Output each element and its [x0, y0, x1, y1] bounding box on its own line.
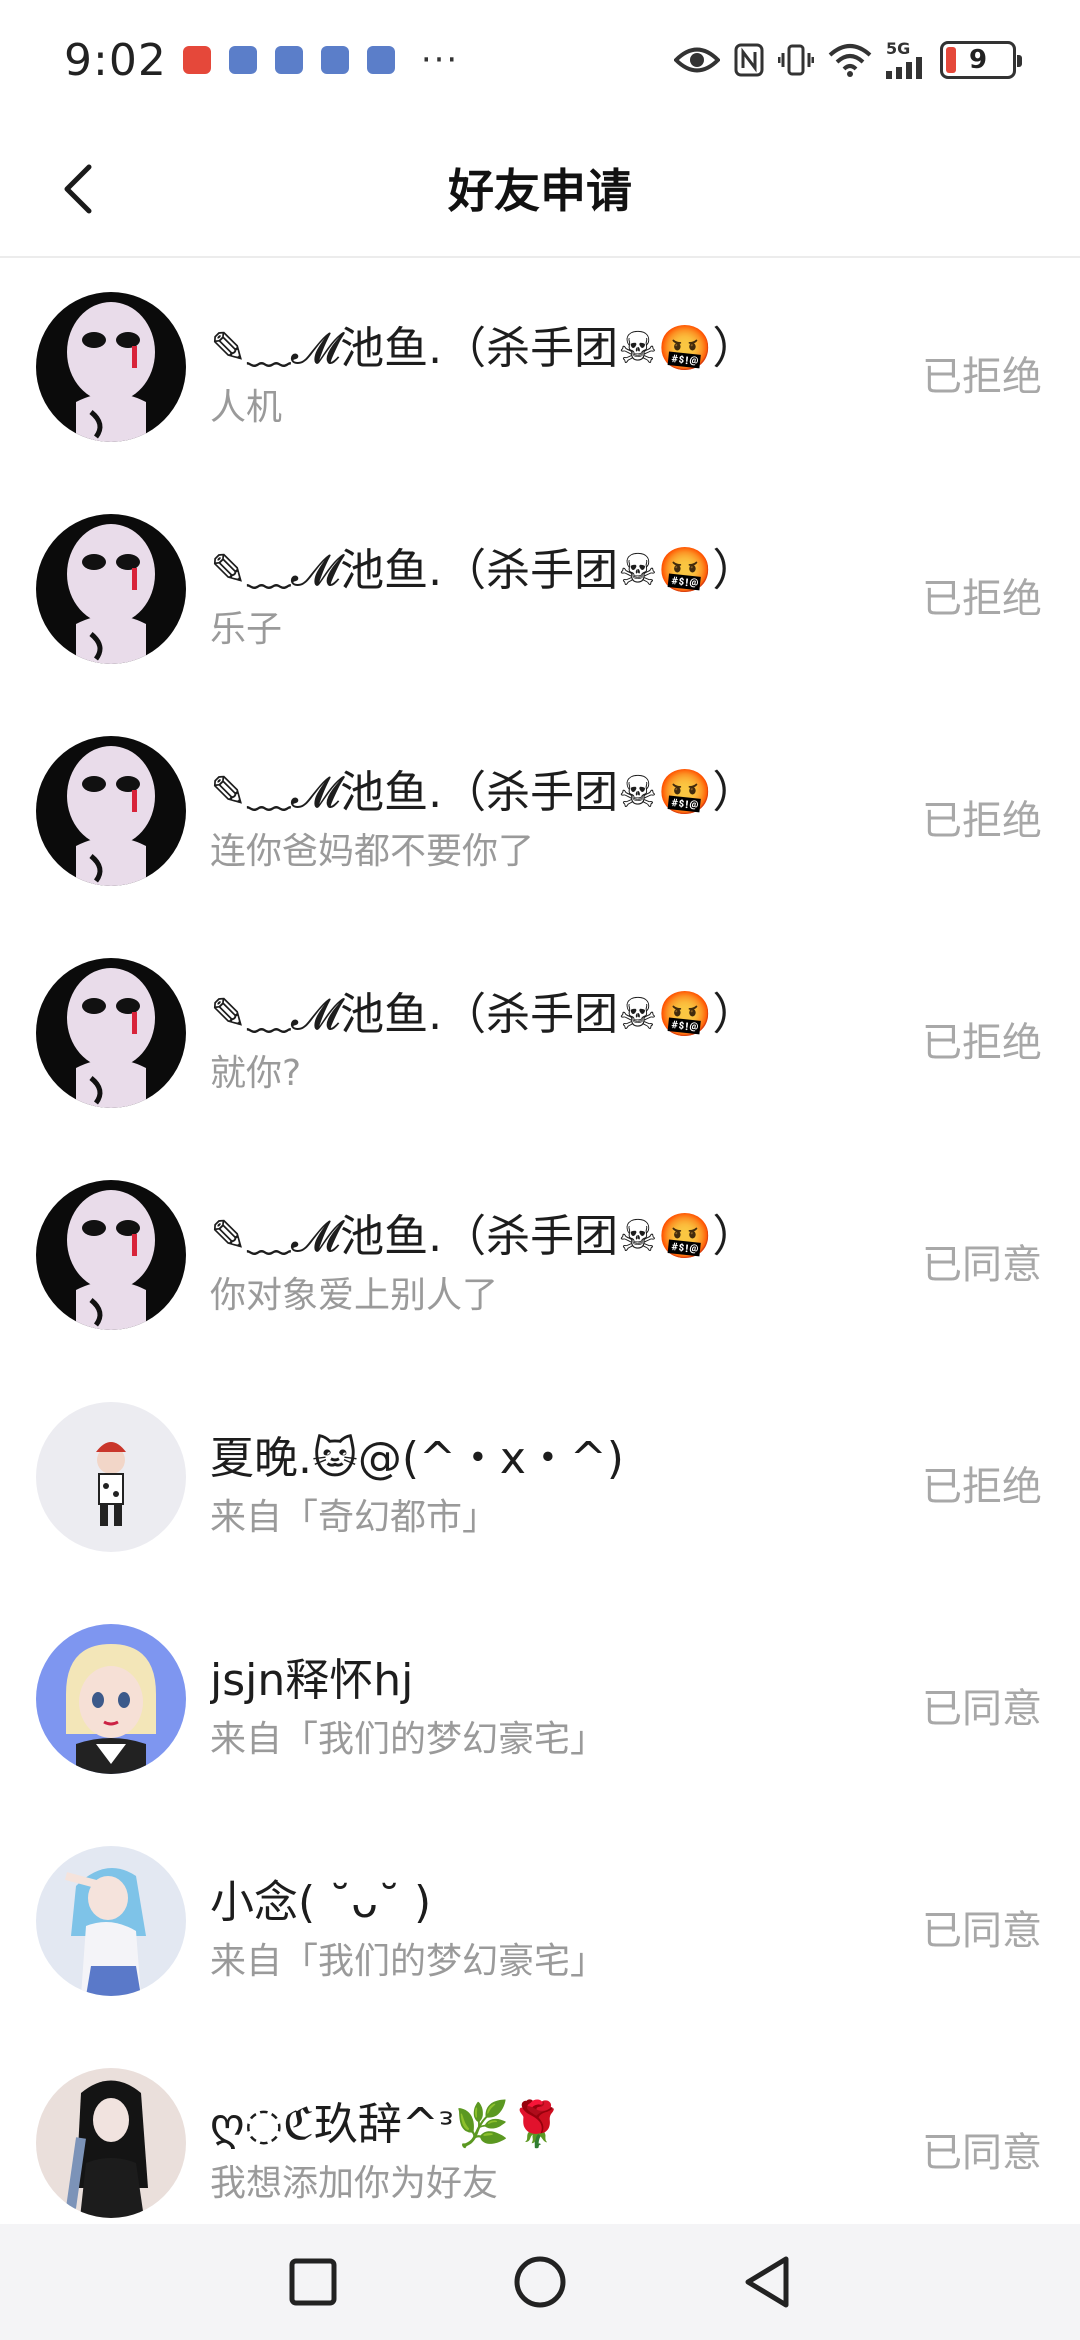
blonde-anime-avatar-icon	[36, 1624, 186, 1774]
request-message: 来自「我们的梦幻豪宅」	[210, 1941, 607, 1982]
friend-request-item[interactable]: ✎﹏𝓜池鱼.（杀手团☠🤬） 人机 已拒绝	[0, 260, 1080, 482]
blue-hair-anime-avatar-icon	[36, 1846, 186, 1996]
header: 好友申请	[0, 120, 1080, 258]
requester-name: ✎﹏𝓜池鱼.（杀手团☠🤬）	[210, 323, 757, 374]
request-message: 来自「奇幻都市」	[210, 1497, 499, 1538]
app-notification-icon	[182, 46, 211, 74]
calendar-icon	[228, 46, 257, 74]
request-status: 已拒绝	[922, 798, 1042, 844]
avatar[interactable]	[36, 292, 186, 442]
dark-hair-girl-avatar-icon	[36, 2068, 186, 2218]
request-status: 已同意	[922, 1242, 1042, 1288]
requester-name: 夏晚.🐱@(^・x・^)	[210, 1433, 624, 1484]
system-back-button[interactable]	[727, 2242, 807, 2322]
home-circle-icon	[514, 2256, 566, 2308]
requester-name: 小念( ˘ᴗ˘ )	[210, 1877, 432, 1928]
request-message: 来自「我们的梦幻豪宅」	[210, 1719, 607, 1760]
robot-icon	[366, 46, 395, 74]
dark-anime-avatar-icon	[36, 736, 186, 886]
request-status: 已拒绝	[922, 1464, 1042, 1510]
dark-anime-avatar-icon	[36, 292, 186, 442]
friend-request-item[interactable]: ✎﹏𝓜池鱼.（杀手团☠🤬） 乐子 已拒绝	[0, 482, 1080, 704]
nfc-icon	[734, 43, 764, 77]
status-bar: 9:02 ··· 5G 9	[0, 0, 1080, 120]
request-status: 已拒绝	[922, 576, 1042, 622]
avatar[interactable]	[36, 1624, 186, 1774]
dark-anime-avatar-icon	[36, 1180, 186, 1330]
friend-request-item[interactable]: jsjn释怀hj 来自「我们的梦幻豪宅」 已同意	[0, 1592, 1080, 1814]
battery-level: 9	[968, 45, 988, 75]
request-status: 已拒绝	[922, 354, 1042, 400]
request-status: 已拒绝	[922, 1020, 1042, 1066]
request-message: 我想添加你为好友	[210, 2163, 499, 2204]
request-status: 已同意	[922, 1686, 1042, 1732]
avatar[interactable]	[36, 1180, 186, 1330]
requester-name: ღ◌ℭ玖辞^ᵌ🌿🌹	[210, 2099, 565, 2150]
recents-button[interactable]	[273, 2242, 353, 2322]
eye-icon	[674, 45, 720, 75]
requester-name: ✎﹏𝓜池鱼.（杀手团☠🤬）	[210, 989, 757, 1040]
avatar[interactable]	[36, 2068, 186, 2218]
friend-request-item[interactable]: 夏晚.🐱@(^・x・^) 来自「奇幻都市」 已拒绝	[0, 1370, 1080, 1592]
status-time: 9:02	[64, 34, 167, 86]
dark-anime-avatar-icon	[36, 958, 186, 1108]
network-type-label: 5G	[886, 39, 911, 58]
more-notifications-indicator: ···	[420, 40, 460, 80]
battery-icon: 9	[940, 41, 1022, 79]
requester-name: jsjn释怀hj	[210, 1655, 414, 1706]
request-message: 人机	[210, 387, 283, 428]
request-message: 就你?	[210, 1053, 302, 1094]
notification-icons: ···	[182, 40, 460, 80]
dark-anime-avatar-icon	[36, 514, 186, 664]
request-status: 已同意	[922, 1908, 1042, 1954]
avatar[interactable]	[36, 736, 186, 886]
avatar[interactable]	[36, 1846, 186, 1996]
page-title: 好友申请	[448, 164, 632, 218]
friend-request-item[interactable]: ✎﹏𝓜池鱼.（杀手团☠🤬） 就你? 已拒绝	[0, 926, 1080, 1148]
back-triangle-icon	[745, 2256, 789, 2308]
request-message: 你对象爱上别人了	[210, 1275, 499, 1316]
friend-request-item[interactable]: ✎﹏𝓜池鱼.（杀手团☠🤬） 你对象爱上别人了 已同意	[0, 1148, 1080, 1370]
vibrate-icon	[778, 43, 814, 77]
request-status: 已同意	[922, 2130, 1042, 2176]
robot-icon	[320, 46, 349, 74]
recents-square-icon	[289, 2258, 337, 2306]
chibi-character-avatar-icon	[36, 1402, 186, 1552]
friend-request-list: ✎﹏𝓜池鱼.（杀手团☠🤬） 人机 已拒绝 ✎﹏𝓜池鱼.（杀手团☠🤬） 乐子 已拒…	[0, 260, 1080, 2258]
avatar[interactable]	[36, 1402, 186, 1552]
request-message: 乐子	[210, 609, 283, 650]
cellular-signal-icon: 5G	[886, 41, 926, 79]
requester-name: ✎﹏𝓜池鱼.（杀手团☠🤬）	[210, 1211, 757, 1262]
back-button[interactable]	[44, 154, 114, 224]
system-navigation-bar	[0, 2224, 1080, 2340]
requester-name: ✎﹏𝓜池鱼.（杀手团☠🤬）	[210, 767, 757, 818]
home-button[interactable]	[500, 2242, 580, 2322]
requester-name: ✎﹏𝓜池鱼.（杀手团☠🤬）	[210, 545, 757, 596]
robot-icon	[274, 46, 303, 74]
request-message: 连你爸妈都不要你了	[210, 831, 535, 872]
chevron-left-icon	[64, 164, 92, 214]
wifi-icon	[828, 43, 872, 77]
friend-request-item[interactable]: ✎﹏𝓜池鱼.（杀手团☠🤬） 连你爸妈都不要你了 已拒绝	[0, 704, 1080, 926]
avatar[interactable]	[36, 958, 186, 1108]
friend-request-item[interactable]: 小念( ˘ᴗ˘ ) 来自「我们的梦幻豪宅」 已同意	[0, 1814, 1080, 2036]
avatar[interactable]	[36, 514, 186, 664]
status-icons: 5G 9	[674, 41, 1022, 79]
